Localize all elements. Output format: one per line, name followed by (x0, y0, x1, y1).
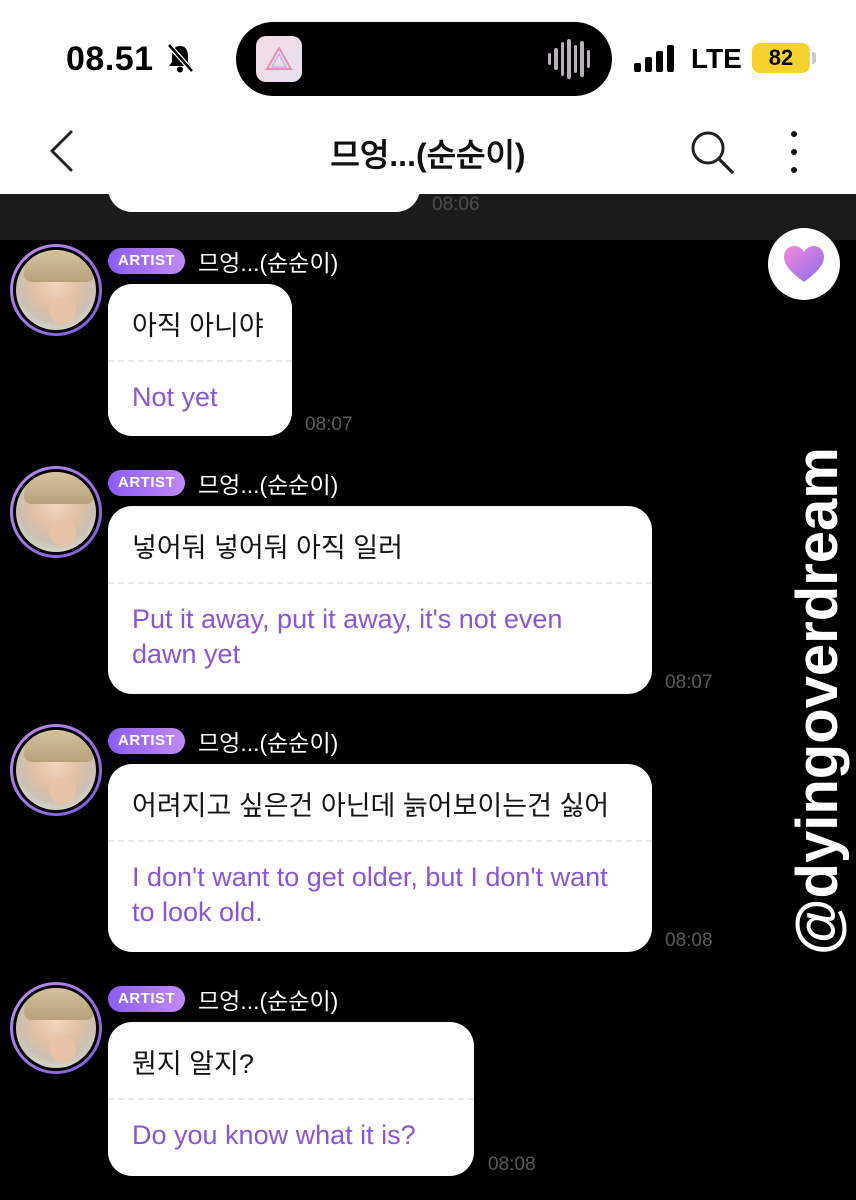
message-time: 08:07 (305, 414, 353, 435)
network-type: LTE (691, 43, 742, 74)
previous-message-time: 08:06 (432, 194, 480, 215)
heart-icon[interactable] (768, 228, 840, 300)
app-activity-icon (256, 36, 302, 82)
message-time: 08:08 (488, 1154, 536, 1175)
message-bubble[interactable]: 넣어둬 넣어둬 아직 일러 Put it away, put it away, … (108, 506, 652, 694)
avatar[interactable] (10, 724, 102, 816)
sender-name: 므엉...(순순이) (198, 250, 339, 276)
bell-slash-icon (166, 43, 194, 73)
message-time: 08:07 (665, 672, 713, 693)
translation-divider (108, 360, 292, 362)
sender-name: 므엉...(순순이) (198, 988, 339, 1014)
avatar[interactable] (10, 982, 102, 1074)
message-text-korean: 넣어둬 넣어둬 아직 일러 (132, 533, 403, 563)
sender-name: 므엉...(순순이) (198, 730, 339, 756)
previous-message-strip: 08:06 (0, 194, 856, 240)
message-text-translation: Not yet (132, 382, 218, 412)
more-icon[interactable] (780, 128, 808, 176)
chat-header: 므엉...(순순이) (0, 110, 856, 194)
message-text-translation: I don't want to get older, but I don't w… (132, 862, 608, 927)
message-bubble[interactable]: 아직 아니야 Not yet (108, 284, 292, 436)
message-text-korean: 뭔지 알지? (132, 1049, 254, 1079)
battery-level: 82 (752, 43, 810, 73)
translation-divider (108, 1098, 474, 1100)
message-text-translation: Do you know what it is? (132, 1120, 416, 1150)
artist-badge: ARTIST (108, 470, 186, 496)
artist-badge: ARTIST (108, 728, 186, 754)
message-bubble[interactable]: 어려지고 싶은건 아닌데 늙어보이는건 싫어 I don't want to g… (108, 764, 652, 952)
artist-badge: ARTIST (108, 986, 186, 1012)
avatar[interactable] (10, 244, 102, 336)
status-time: 08.51 (66, 40, 154, 78)
sender-name: 므엉...(순순이) (198, 472, 339, 498)
audio-wave-icon (548, 39, 590, 79)
search-icon[interactable] (688, 128, 736, 176)
message-text-korean: 어려지고 싶은건 아닌데 늙어보이는건 싫어 (132, 791, 610, 821)
translation-divider (108, 582, 652, 584)
signal-icon (634, 44, 678, 72)
translation-divider (108, 840, 652, 842)
message-time: 08:08 (665, 930, 713, 951)
battery-nub (812, 52, 816, 64)
message-bubble[interactable]: 뭔지 알지? Do you know what it is? (108, 1022, 474, 1176)
message-text-korean: 아직 아니야 (132, 311, 264, 341)
artist-badge: ARTIST (108, 248, 186, 274)
status-bar: 08.51 LTE 82 (0, 0, 856, 110)
watermark: @dyingoverdream (785, 447, 850, 955)
avatar[interactable] (10, 466, 102, 558)
previous-message-bubble (108, 194, 420, 212)
message-text-translation: Put it away, put it away, it's not even … (132, 604, 563, 669)
dynamic-island (236, 22, 612, 96)
